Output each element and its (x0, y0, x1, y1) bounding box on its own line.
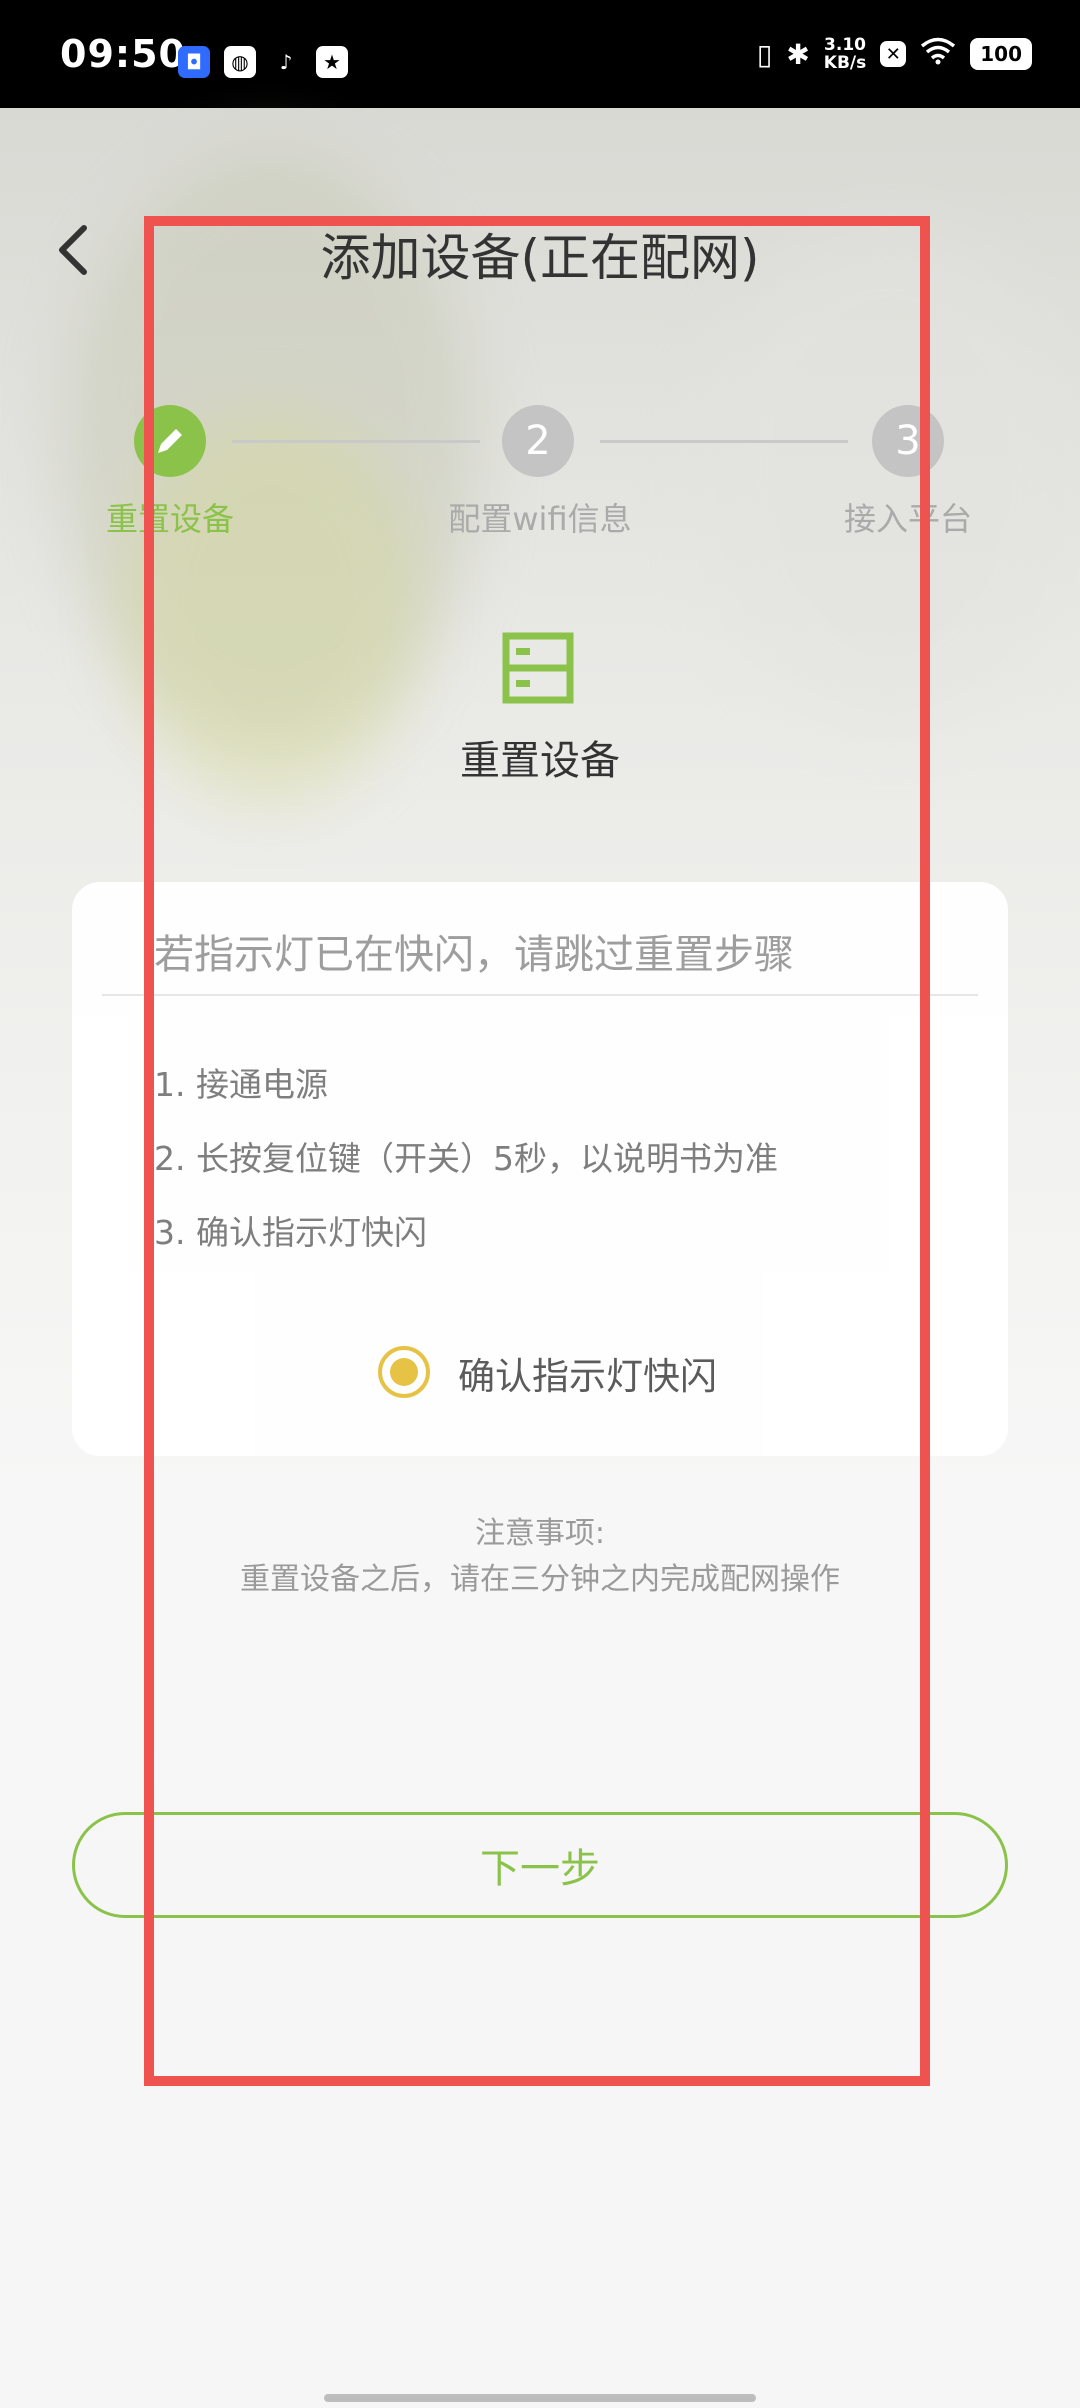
star-app-icon: ★ (316, 46, 348, 78)
system-icons: ▯ ✱ 3.10 KB/s ✕ 100 (757, 36, 1032, 72)
battery-indicator: 100 (970, 38, 1032, 70)
app-notification-icon: ◘ (178, 46, 210, 78)
home-indicator[interactable] (324, 2394, 756, 2402)
status-time: 09:50 (60, 32, 186, 76)
highlight-box (144, 216, 930, 2086)
no-sim-icon: ✕ (880, 41, 907, 67)
vibrate-icon: ▯ (756, 37, 773, 71)
notification-icons: ◘ ◍ ♪ ★ (178, 46, 348, 78)
status-bar: 09:50 ◘ ◍ ♪ ★ ▯ ✱ 3.10 KB/s ✕ 100 (0, 0, 1080, 108)
leaf-app-icon: ◍ (224, 46, 256, 78)
wifi-icon (920, 37, 956, 72)
tiktok-icon: ♪ (279, 50, 293, 74)
bluetooth-icon: ✱ (786, 37, 810, 71)
network-speed: 3.10 KB/s (823, 35, 867, 73)
